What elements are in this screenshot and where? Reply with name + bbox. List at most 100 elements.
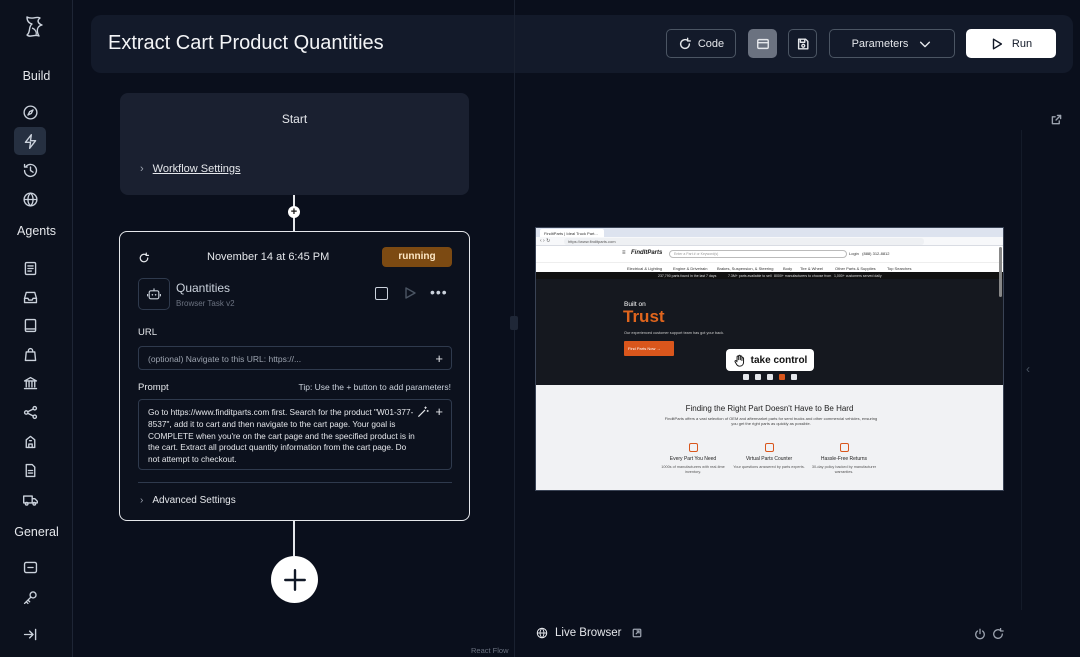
layout-toggle-button[interactable] [748,29,777,58]
scrollbar[interactable] [999,247,1002,297]
panel-separator [1021,130,1022,610]
history-icon[interactable] [14,156,46,184]
share-icon[interactable] [14,398,46,426]
truck-icon[interactable] [14,485,46,513]
app-logo[interactable] [18,12,50,44]
nav-arrows-icon: ‹ › ↻ [540,238,551,244]
sidebar-heading-general: General [14,525,59,539]
chevron-down-icon [920,41,931,47]
add-node-button[interactable]: + [288,206,300,218]
more-options-icon[interactable]: ••• [430,284,448,300]
menu-icon: ≡ [622,250,626,256]
live-browser-screen[interactable]: FinditParts | Ideal Truck Part... ‹ › ↻ … [535,227,1004,491]
section-desc: FinditParts offers a vast selection of O… [664,416,878,427]
add-block-button[interactable] [271,556,318,603]
address-bar: https://www.finditparts.com [564,238,924,245]
code-button-label: Code [697,37,725,50]
url-placeholder: (optional) Navigate to this URL: https:/… [148,354,302,364]
workflow-settings-toggle[interactable]: › Workflow Settings [140,163,241,175]
live-browser-text: Live Browser [555,627,622,639]
cart-icon [688,443,698,452]
refresh-icon [679,37,691,49]
bank-icon[interactable] [14,369,46,397]
bolt-icon[interactable] [14,127,46,155]
status-badge: running [382,247,452,267]
feature-card: Hassle-Free Returns 30-day policy backed… [804,443,884,475]
inbox-icon[interactable] [14,283,46,311]
site-login: Login (888) 312-8812 [849,251,890,256]
prompt-tip: Tip: Use the + button to add parameters! [298,382,451,392]
react-flow-attribution[interactable]: React Flow [471,646,509,655]
book-icon[interactable] [14,311,46,339]
sidebar-heading-agents: Agents [17,224,56,238]
site-section: Finding the Right Part Doesn't Have to B… [536,385,1003,490]
document-icon[interactable] [14,254,46,282]
collapse-icon[interactable] [14,620,46,648]
sidebar-heading-build: Build [22,69,51,83]
add-parameter-icon[interactable]: + [435,351,443,366]
url-label: URL [138,327,158,338]
key-icon[interactable] [14,583,46,611]
site-search: Enter a Part # or Keyword(s) [669,250,847,258]
chevron-left-icon[interactable]: ‹ [1026,362,1030,376]
url-input[interactable]: (optional) Navigate to this URL: https:/… [138,346,452,370]
reload-icon[interactable] [992,628,1004,640]
chat-icon [764,443,774,452]
browser-task-node[interactable]: November 14 at 6:45 PM running Quantitie… [119,231,470,521]
chevron-right-icon: › [140,495,144,506]
site-stats-strip: 237,790 parts found in the last 7 days 7… [536,272,1003,279]
globe-icon[interactable] [14,185,46,213]
hero-title: Trust [623,307,665,326]
carousel-dots [743,374,797,380]
save-button[interactable] [788,29,817,58]
start-node[interactable]: Start › Workflow Settings [120,93,469,195]
chevron-right-icon: › [140,163,144,175]
take-control-label: take control [750,354,808,366]
feature-card: Virtual Parts Counter Your questions ans… [729,443,809,470]
take-control-button[interactable]: take control [726,349,814,371]
returns-icon [839,443,849,452]
task-type: Browser Task v2 [176,299,235,308]
parameters-button[interactable]: Parameters [829,29,955,58]
edge-connector [293,521,295,556]
run-button[interactable]: Run [966,29,1056,58]
prompt-textarea[interactable]: Go to https://www.finditparts.com first.… [138,399,452,470]
browser-tab: FinditParts | Ideal Truck Part... [540,229,604,237]
prompt-text: Go to https://www.finditparts.com first.… [148,407,415,465]
feature-card: Every Part You Need 1000s of manufacture… [653,443,733,475]
advanced-settings-toggle[interactable]: › Advanced Settings [140,495,236,506]
start-node-title: Start [281,112,308,126]
panel-resize-handle[interactable] [510,316,518,330]
hero-subtitle: Our experienced customer support team ha… [624,331,725,335]
task-name: Quantities [176,281,231,295]
site-hero: Built on Trust Our experienced customer … [536,279,1003,385]
run-button-label: Run [1011,37,1033,50]
play-icon[interactable] [403,286,417,300]
magic-wand-icon[interactable] [417,406,429,418]
add-parameter-icon[interactable]: + [435,404,443,419]
message-icon[interactable] [14,553,46,581]
file-icon[interactable] [14,456,46,484]
advanced-settings-label: Advanced Settings [152,495,236,506]
save-icon [797,37,809,50]
layout-icon [756,38,769,49]
select-checkbox[interactable] [375,287,388,300]
loading-icon [139,252,150,263]
compass-icon[interactable] [14,98,46,126]
browser-toolbar: ‹ › ↻ https://www.finditparts.com [536,237,1003,246]
divider [138,482,452,483]
building-icon[interactable] [14,427,46,455]
power-icon[interactable] [974,628,986,640]
site-nav: Electrical & Lighting Engine & Drivetrai… [536,262,1003,272]
workflow-settings-label: Workflow Settings [152,163,241,175]
browser-tab-bar: FinditParts | Ideal Truck Part... [536,228,1003,237]
sidebar: Build Agents General [0,0,73,657]
code-button[interactable]: Code [666,29,736,58]
section-title: Finding the Right Part Doesn't Have to B… [685,404,854,413]
site-logo: FindItParts [631,250,663,256]
pop-out-icon[interactable] [632,628,642,638]
bag-icon[interactable] [14,340,46,368]
parameters-label: Parameters [851,37,909,50]
external-link-icon[interactable] [1051,114,1062,125]
live-browser-label: Live Browser [536,627,621,639]
